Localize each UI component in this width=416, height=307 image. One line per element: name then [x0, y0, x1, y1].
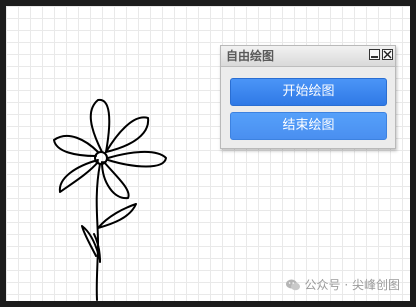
watermark-text: 公众号 · 尖峰创图 — [304, 278, 400, 292]
petal-lower-right — [101, 161, 130, 200]
close-icon[interactable] — [382, 49, 393, 60]
wechat-icon — [285, 279, 300, 290]
leaf-right — [97, 203, 137, 229]
flower-stem — [95, 163, 101, 301]
petal-upper-right — [105, 116, 150, 153]
minimize-icon[interactable] — [369, 49, 380, 60]
petal-right — [107, 151, 167, 168]
panel-title: 自由绘图 — [226, 49, 275, 63]
petal-upper-left — [53, 134, 99, 157]
watermark: 公众号 · 尖峰创图 — [285, 276, 400, 293]
drawing-canvas[interactable]: 自由绘图 开始绘图 结束绘图 公众号 · 尖峰创图 — [6, 6, 410, 301]
petal-top — [89, 98, 111, 153]
drawing-tool-panel[interactable]: 自由绘图 开始绘图 结束绘图 — [220, 45, 396, 149]
start-drawing-button[interactable]: 开始绘图 — [230, 78, 387, 106]
panel-titlebar[interactable]: 自由绘图 — [221, 46, 395, 67]
petal-lower-left — [58, 159, 99, 193]
flower-center — [94, 151, 108, 165]
end-drawing-button[interactable]: 结束绘图 — [230, 112, 387, 140]
window-frame: 自由绘图 开始绘图 结束绘图 公众号 · 尖峰创图 — [0, 0, 416, 307]
